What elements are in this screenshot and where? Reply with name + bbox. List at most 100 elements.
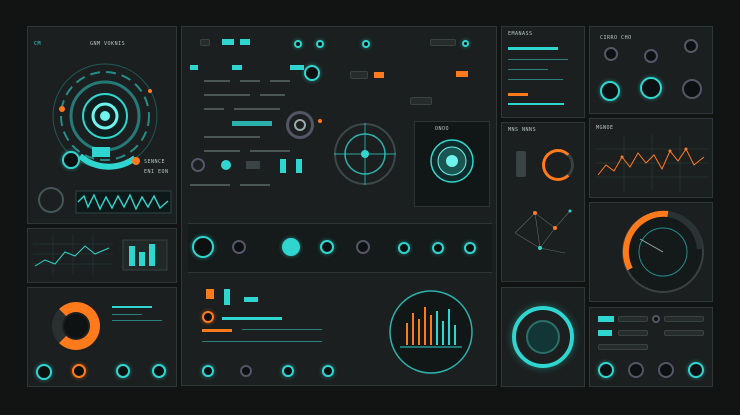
bottom-knob-r2[interactable] xyxy=(628,362,644,378)
rb-knob-3[interactable] xyxy=(682,79,702,99)
meter-line xyxy=(222,317,282,320)
knob-2[interactable] xyxy=(72,364,86,378)
control-knob-a[interactable] xyxy=(304,65,320,81)
right-a-line-2 xyxy=(508,69,548,70)
readout-a: SENNCE xyxy=(144,159,166,165)
level-bar-3 xyxy=(112,320,162,321)
meter-line-2 xyxy=(242,329,322,330)
meter-line-3 xyxy=(202,341,322,342)
right-a-mid-panel: MNS NNNS xyxy=(501,122,585,282)
left-mid-panel xyxy=(27,228,177,283)
status-bar-4[interactable] xyxy=(598,330,612,336)
bar-meter-icon[interactable] xyxy=(388,289,474,375)
status-bar-7[interactable] xyxy=(598,344,648,350)
status-bar-1[interactable] xyxy=(598,316,614,322)
knob-3[interactable] xyxy=(116,364,130,378)
status-bar-5[interactable] xyxy=(618,330,648,336)
meter-cyan-1[interactable] xyxy=(224,289,230,305)
strip-knob-5[interactable] xyxy=(356,240,370,254)
meter-line-o xyxy=(202,329,232,332)
strip-knob-4[interactable] xyxy=(320,240,334,254)
right-b-top-panel: CIRRO CHO xyxy=(589,26,713,114)
orange-indicator xyxy=(132,157,140,165)
status-knob[interactable] xyxy=(62,151,80,169)
mode-btn-3[interactable] xyxy=(456,71,468,77)
gauge-icon[interactable] xyxy=(620,209,706,295)
mode-btn-4[interactable] xyxy=(410,97,432,105)
cyan-tab[interactable] xyxy=(92,147,110,157)
bottom-knob-1[interactable] xyxy=(202,365,214,377)
right-a-top-panel: EMANASS xyxy=(501,26,585,118)
bottom-knob-4[interactable] xyxy=(322,365,334,377)
right-a-line-3 xyxy=(508,79,563,80)
toolbar-btn-4[interactable] xyxy=(430,39,456,46)
orange-ring-gauge[interactable] xyxy=(542,149,574,181)
status-bar-2[interactable] xyxy=(618,316,648,322)
meter-orange xyxy=(206,289,214,299)
readout-b: ENI EON xyxy=(144,169,169,175)
status-bar-3[interactable] xyxy=(664,316,704,322)
bottom-knob-r3[interactable] xyxy=(658,362,674,378)
right-b-dial-panel xyxy=(589,202,713,302)
knob-1[interactable] xyxy=(36,364,52,380)
toolbar-btn-1[interactable] xyxy=(200,39,210,46)
grid-chart xyxy=(33,234,168,274)
panel-tag: CM xyxy=(34,41,42,47)
waveform-icon xyxy=(75,187,172,217)
dial-inner xyxy=(294,119,306,131)
scope-subpanel: ONOO xyxy=(414,121,490,207)
mode-btn-1[interactable] xyxy=(350,71,368,79)
right-b-chart-title: MGNOE xyxy=(596,125,614,131)
bottom-knob-r4[interactable] xyxy=(688,362,704,378)
status-bar-6[interactable] xyxy=(664,330,704,336)
meter-cyan-2[interactable] xyxy=(244,297,258,302)
right-a-bottom-panel xyxy=(501,287,585,387)
knob-4[interactable] xyxy=(152,364,166,378)
bottom-knob-3[interactable] xyxy=(282,365,294,377)
panel-title: GNM VOKNIS xyxy=(90,41,126,47)
toggle-icon[interactable] xyxy=(516,151,526,177)
bottom-knob-r1[interactable] xyxy=(598,362,614,378)
strip-knob-6[interactable] xyxy=(398,242,410,254)
spectrum-gauge xyxy=(389,290,473,374)
right-a-title: EMANASS xyxy=(508,31,533,37)
rb-knob-1[interactable] xyxy=(600,81,620,101)
cyan-dial-inner xyxy=(526,320,560,354)
toolbar-dot-1[interactable] xyxy=(294,40,302,48)
right-b-bottom-panel xyxy=(589,307,713,387)
strip-knob-8[interactable] xyxy=(464,242,476,254)
toolbar-btn-3[interactable] xyxy=(240,39,250,45)
scope-title: ONOO xyxy=(435,126,450,132)
toolbar-dot-4[interactable] xyxy=(462,40,469,47)
right-a-bar-2 xyxy=(508,103,564,105)
level-bar-1 xyxy=(112,306,152,308)
rb-knob-5[interactable] xyxy=(644,49,658,63)
strip-knob-1[interactable] xyxy=(192,236,214,258)
small-gauge[interactable] xyxy=(38,187,64,213)
radar-icon[interactable] xyxy=(429,138,475,184)
mode-btn-2[interactable] xyxy=(374,72,384,78)
rb-knob-6[interactable] xyxy=(684,39,698,53)
radar-disc xyxy=(430,139,474,183)
status-dot-1[interactable] xyxy=(652,315,660,323)
crosshair-icon[interactable] xyxy=(332,121,398,187)
strip-knob-7[interactable] xyxy=(432,242,444,254)
toolbar-btn-2[interactable] xyxy=(222,39,234,45)
toolbar-dot-3[interactable] xyxy=(362,40,370,48)
strip-knob-3[interactable] xyxy=(282,238,300,256)
strip-knob-2[interactable] xyxy=(232,240,246,254)
right-b-title: CIRRO CHO xyxy=(600,35,632,41)
right-b-chart-panel: MGNOE xyxy=(589,118,713,198)
widget-row xyxy=(190,158,302,186)
meter-knob-o[interactable] xyxy=(202,311,214,323)
toolbar-dot-2[interactable] xyxy=(316,40,324,48)
right-a-bar-o xyxy=(508,93,528,96)
bottom-knob-2[interactable] xyxy=(240,365,252,377)
rb-knob-4[interactable] xyxy=(604,47,618,61)
right-a-bar-1 xyxy=(508,47,558,50)
waveform xyxy=(75,190,172,214)
right-a-line-1 xyxy=(508,59,568,60)
crosshair-scope xyxy=(334,123,396,185)
network-map xyxy=(514,209,572,254)
rb-knob-2[interactable] xyxy=(640,77,662,99)
